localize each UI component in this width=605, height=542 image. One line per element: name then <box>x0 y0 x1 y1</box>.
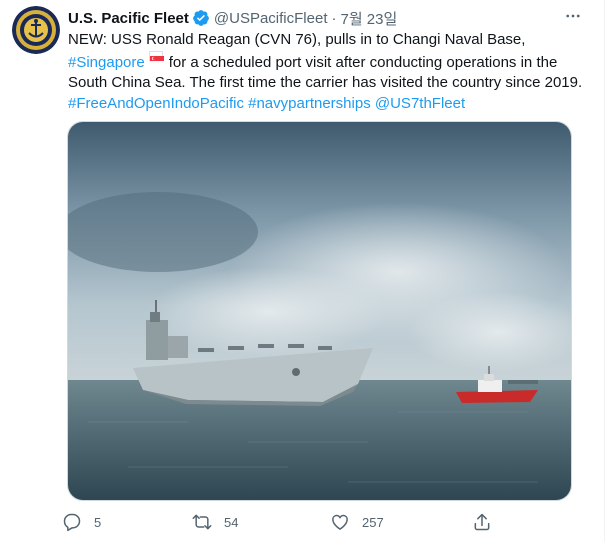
singapore-flag-icon <box>148 50 164 66</box>
more-options-icon[interactable] <box>562 5 584 27</box>
avatar[interactable] <box>12 6 60 54</box>
heart-icon <box>330 512 350 532</box>
hashtag-navypartnerships-link[interactable]: #navypartnerships <box>248 95 371 112</box>
author-display-name[interactable]: U.S. Pacific Fleet <box>68 10 189 27</box>
reply-icon <box>62 512 82 532</box>
retweet-icon <box>192 512 212 532</box>
tweet-actions: 5 54 257 <box>62 510 502 534</box>
hashtag-singapore-link[interactable]: #Singapore <box>68 54 145 71</box>
tweet-header: U.S. Pacific Fleet @USPacificFleet · 7월 … <box>68 7 564 29</box>
mention-us7thfleet-link[interactable]: @US7thFleet <box>375 95 465 112</box>
tweet-photo[interactable] <box>67 121 572 501</box>
retweet-count: 54 <box>224 514 239 530</box>
like-count: 257 <box>362 514 384 530</box>
reply-button[interactable]: 5 <box>62 510 101 534</box>
like-button[interactable]: 257 <box>330 510 384 534</box>
retweet-button[interactable]: 54 <box>192 510 238 534</box>
tweet-card[interactable]: U.S. Pacific Fleet @USPacificFleet · 7월 … <box>0 0 605 542</box>
reply-count: 5 <box>94 514 102 530</box>
author-handle[interactable]: @USPacificFleet <box>214 10 328 27</box>
verified-badge-icon <box>192 9 210 27</box>
tweet-text-body: for a scheduled port visit after conduct… <box>68 53 583 92</box>
share-button[interactable] <box>472 510 492 534</box>
share-icon <box>472 512 492 532</box>
separator-dot: · <box>331 9 337 27</box>
tweet-text-intro: NEW: USS Ronald Reagan (CVN 76), pulls i… <box>68 31 526 48</box>
hashtag-freeandopenindopacific-link[interactable]: #FreeAndOpenIndoPacific <box>68 95 244 112</box>
tweet-date[interactable]: 7월 23일 <box>340 8 397 29</box>
tweet-text: NEW: USS Ronald Reagan (CVN 76), pulls i… <box>68 30 588 114</box>
